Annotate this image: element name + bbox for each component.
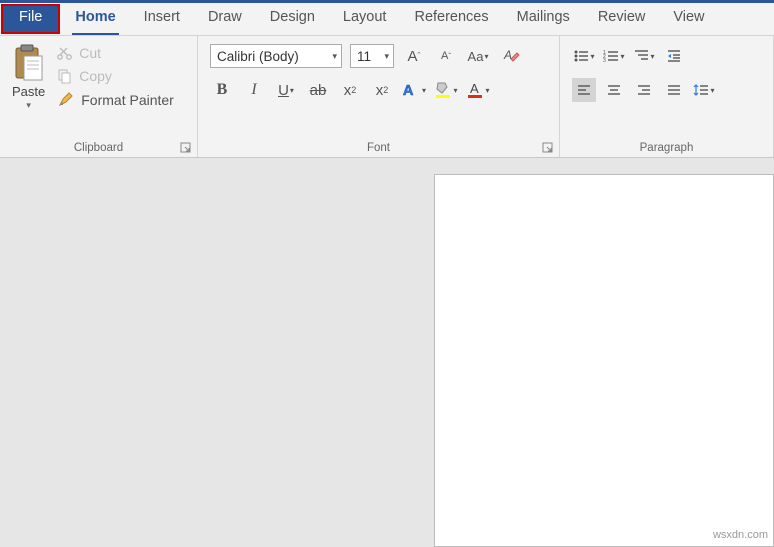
watermark: wsxdn.com <box>713 529 768 541</box>
copy-label: Copy <box>79 68 112 84</box>
align-right-button[interactable] <box>632 78 656 102</box>
cut-label: Cut <box>79 45 101 61</box>
clipboard-dialog-launcher-icon[interactable] <box>180 142 191 153</box>
bullets-icon <box>573 48 589 64</box>
format-painter-button[interactable]: Format Painter <box>51 88 180 112</box>
change-case-button[interactable]: Aa▾ <box>466 44 490 68</box>
tab-mailings[interactable]: Mailings <box>503 3 584 35</box>
document-page[interactable] <box>434 174 774 547</box>
subscript-button[interactable]: x2 <box>338 78 362 102</box>
paste-label: Paste <box>12 84 45 99</box>
tab-file[interactable]: File <box>1 4 60 34</box>
chevron-down-icon: ▾ <box>332 51 337 62</box>
justify-button[interactable] <box>662 78 686 102</box>
align-left-button[interactable] <box>572 78 596 102</box>
tab-view[interactable]: View <box>659 3 718 35</box>
paste-dropdown-icon[interactable]: ▾ <box>26 100 31 111</box>
ribbon: Paste ▾ Cut Copy Format Painter Clipbo <box>0 36 774 158</box>
copy-button[interactable]: Copy <box>51 65 180 87</box>
eraser-a-icon: A <box>500 46 520 66</box>
chevron-down-icon: ▾ <box>384 51 389 62</box>
numbering-button[interactable]: 123▾ <box>602 44 626 68</box>
copy-icon <box>57 68 73 84</box>
align-left-icon <box>576 82 592 98</box>
font-color-icon: A <box>466 81 484 99</box>
brush-icon <box>57 91 75 109</box>
clear-formatting-button[interactable]: A <box>498 44 522 68</box>
svg-text:A: A <box>403 83 414 99</box>
decrease-indent-button[interactable] <box>662 44 686 68</box>
font-name-combo[interactable]: Calibri (Body) ▾ <box>210 44 342 68</box>
svg-text:A: A <box>470 81 479 96</box>
numbering-icon: 123 <box>603 48 619 64</box>
paste-icon <box>13 44 45 82</box>
font-dialog-launcher-icon[interactable] <box>542 142 553 153</box>
font-group-label: Font <box>204 139 553 157</box>
paragraph-group-label: Paragraph <box>566 139 767 157</box>
tab-review[interactable]: Review <box>584 3 660 35</box>
tab-draw[interactable]: Draw <box>194 3 256 35</box>
group-clipboard: Paste ▾ Cut Copy Format Painter Clipbo <box>0 36 198 157</box>
tab-layout[interactable]: Layout <box>329 3 401 35</box>
scissors-icon <box>57 45 73 61</box>
align-right-icon <box>636 82 652 98</box>
font-name-value: Calibri (Body) <box>217 49 299 64</box>
group-font: Calibri (Body) ▾ 11 ▾ Aˆ Aˇ Aa▾ A B <box>198 36 560 157</box>
highlight-button[interactable]: ▾ <box>434 78 458 102</box>
outdent-icon <box>666 48 682 64</box>
cut-button[interactable]: Cut <box>51 42 180 64</box>
align-center-button[interactable] <box>602 78 626 102</box>
multilevel-list-button[interactable]: ▾ <box>632 44 656 68</box>
bullets-button[interactable]: ▾ <box>572 44 596 68</box>
svg-text:A: A <box>503 48 512 62</box>
svg-text:3: 3 <box>603 58 606 64</box>
tab-design[interactable]: Design <box>256 3 329 35</box>
align-center-icon <box>606 82 622 98</box>
font-size-value: 11 <box>357 49 371 64</box>
strikethrough-button[interactable]: ab <box>306 78 330 102</box>
text-effects-button[interactable]: A▾ <box>402 78 426 102</box>
paste-button[interactable]: Paste ▾ <box>6 40 51 139</box>
shrink-font-button[interactable]: Aˇ <box>434 44 458 68</box>
underline-button[interactable]: U▾ <box>274 78 298 102</box>
clipboard-group-label: Clipboard <box>6 139 191 157</box>
bold-button[interactable]: B <box>210 78 234 102</box>
tab-home[interactable]: Home <box>61 3 129 35</box>
font-size-combo[interactable]: 11 ▾ <box>350 44 394 68</box>
justify-icon <box>666 82 682 98</box>
text-effects-icon: A <box>402 80 421 100</box>
superscript-button[interactable]: x2 <box>370 78 394 102</box>
tab-references[interactable]: References <box>400 3 502 35</box>
line-spacing-icon <box>693 82 709 98</box>
tab-insert[interactable]: Insert <box>130 3 194 35</box>
grow-font-button[interactable]: Aˆ <box>402 44 426 68</box>
highlight-icon <box>434 81 452 99</box>
document-area <box>0 158 774 547</box>
multilevel-icon <box>633 48 649 64</box>
format-painter-label: Format Painter <box>81 92 174 108</box>
ribbon-tabs: File Home Insert Draw Design Layout Refe… <box>0 3 774 36</box>
font-color-button[interactable]: A▾ <box>466 78 490 102</box>
line-spacing-button[interactable]: ▾ <box>692 78 716 102</box>
italic-button[interactable]: I <box>242 78 266 102</box>
group-paragraph: ▾ 123▾ ▾ ▾ Paragraph <box>560 36 774 157</box>
